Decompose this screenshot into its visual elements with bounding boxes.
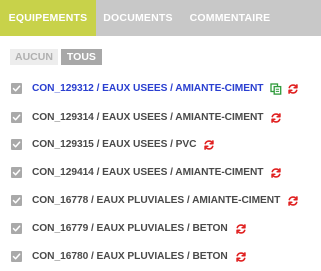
item-label[interactable]: CON_16778 / EAUX PLUVIALES / AMIANTE-CIM…: [32, 195, 280, 206]
tab-bar: EQUIPEMENTS DOCUMENTS COMMENTAIRE: [0, 0, 321, 36]
equipment-panel: EQUIPEMENTS DOCUMENTS COMMENTAIRE AUCUN …: [0, 0, 321, 271]
list-item[interactable]: CON_16778 / EAUX PLUVIALES / AMIANTE-CIM…: [11, 193, 299, 207]
item-label[interactable]: CON_16780 / EAUX PLUVIALES / BETON: [32, 251, 228, 262]
refresh-icon[interactable]: [270, 166, 282, 178]
item-checkbox[interactable]: [11, 194, 22, 206]
tab-equipements[interactable]: EQUIPEMENTS: [0, 0, 96, 36]
refresh-icon[interactable]: [287, 82, 299, 94]
item-checkbox[interactable]: [11, 222, 22, 234]
item-label[interactable]: CON_16779 / EAUX PLUVIALES / BETON: [32, 223, 228, 234]
select-none-button[interactable]: AUCUN: [10, 49, 58, 65]
item-label[interactable]: CON_129315 / EAUX USEES / PVC: [32, 139, 197, 150]
select-all-button[interactable]: TOUS: [60, 49, 102, 65]
item-checkbox[interactable]: [11, 111, 22, 123]
list-item[interactable]: CON_16779 / EAUX PLUVIALES / BETON: [11, 221, 247, 235]
refresh-icon[interactable]: [235, 250, 247, 262]
list-item[interactable]: CON_129312 / EAUX USEES / AMIANTE-CIMENT: [11, 81, 299, 95]
list-item[interactable]: CON_16780 / EAUX PLUVIALES / BETON: [11, 249, 247, 263]
tab-commentaire[interactable]: COMMENTAIRE: [180, 0, 280, 36]
refresh-icon[interactable]: [203, 138, 215, 150]
item-checkbox[interactable]: [11, 138, 22, 150]
refresh-icon[interactable]: [270, 111, 282, 123]
list-item[interactable]: CON_129315 / EAUX USEES / PVC: [11, 137, 215, 151]
item-label[interactable]: CON_129314 / EAUX USEES / AMIANTE-CIMENT: [32, 112, 263, 123]
item-label[interactable]: CON_129312 / EAUX USEES / AMIANTE-CIMENT: [32, 83, 263, 94]
item-checkbox[interactable]: [11, 250, 22, 262]
selection-toggle: AUCUN TOUS: [10, 49, 102, 65]
item-label[interactable]: CON_129414 / EAUX USEES / AMIANTE-CIMENT: [32, 167, 263, 178]
list-item[interactable]: CON_129314 / EAUX USEES / AMIANTE-CIMENT: [11, 110, 282, 124]
item-checkbox[interactable]: [11, 82, 22, 94]
item-checkbox[interactable]: [11, 166, 22, 178]
tab-documents[interactable]: DOCUMENTS: [96, 0, 180, 36]
list-item[interactable]: CON_129414 / EAUX USEES / AMIANTE-CIMENT: [11, 165, 282, 179]
refresh-icon[interactable]: [287, 194, 299, 206]
copy-icon[interactable]: [270, 82, 282, 95]
refresh-icon[interactable]: [235, 222, 247, 234]
